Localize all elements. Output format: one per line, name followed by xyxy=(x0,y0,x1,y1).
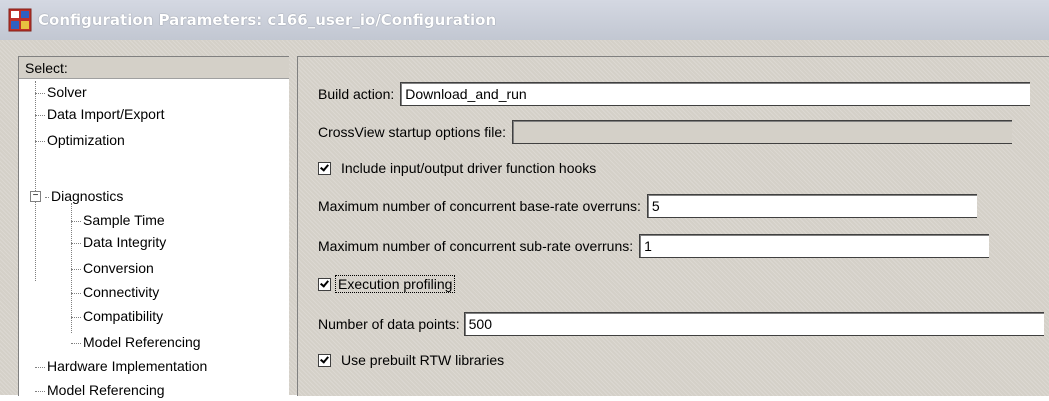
sidebar-item-compatibility[interactable]: Compatibility xyxy=(71,305,163,327)
include-hooks-label: Include input/output driver function hoo… xyxy=(341,160,597,176)
sidebar-item-model-referencing[interactable]: Model Referencing xyxy=(35,379,165,401)
sidebar-item-label: Connectivity xyxy=(83,284,160,300)
sidebar-item-label: Conversion xyxy=(83,260,154,276)
max-base-rate-row: Maximum number of concurrent base-rate o… xyxy=(318,193,977,219)
max-base-rate-label: Maximum number of concurrent base-rate o… xyxy=(318,198,641,214)
sidebar-item-connectivity[interactable]: Connectivity xyxy=(71,281,159,303)
sidebar-item-solver[interactable]: Solver xyxy=(35,81,87,103)
crossview-file-field[interactable] xyxy=(512,120,1013,144)
window-title: Configuration Parameters: c166_user_io/C… xyxy=(38,11,497,29)
sidebar-item-label: Diagnostics xyxy=(51,188,124,204)
sidebar-item-data-integrity[interactable]: Data Integrity xyxy=(71,231,166,253)
sidebar-item-label: Model Referencing xyxy=(47,382,165,398)
sidebar-item-label: Data Import/Export xyxy=(47,106,165,122)
sidebar-item-conversion[interactable]: Conversion xyxy=(71,257,154,279)
include-hooks-checkbox[interactable] xyxy=(318,161,331,175)
sidebar-item-label: Data Integrity xyxy=(83,234,167,250)
sidebar-item-data-import-export[interactable]: Data Import/Export xyxy=(35,103,165,125)
sidebar-item-hardware-implementation[interactable]: Hardware Implementation xyxy=(35,355,207,377)
sidebar-item-label: Hardware Implementation xyxy=(47,358,208,374)
build-action-field[interactable]: Download_and_run xyxy=(400,82,1031,106)
select-label: Select: xyxy=(19,57,289,79)
execution-profiling-checkbox[interactable] xyxy=(318,277,331,291)
sidebar-item-diagnostics[interactable]: Diagnostics xyxy=(45,185,123,207)
num-data-points-label: Number of data points: xyxy=(318,316,460,332)
sidebar-item-label: Solver xyxy=(47,84,87,100)
max-sub-rate-row: Maximum number of concurrent sub-rate ov… xyxy=(318,233,990,259)
crossview-row: CrossView startup options file: xyxy=(318,119,1013,145)
sidebar-item-label: Sample Time xyxy=(83,212,165,228)
crossview-label: CrossView startup options file: xyxy=(318,124,507,140)
sidebar-item-diag-model-referencing[interactable]: Model Referencing xyxy=(71,331,201,353)
category-tree-panel: Select: Solver Data Import/Export Optimi… xyxy=(18,56,289,398)
prebuilt-rtw-checkbox[interactable] xyxy=(318,353,331,367)
num-data-points-row: Number of data points: 500 xyxy=(318,311,1044,337)
collapse-toggle-icon[interactable]: − xyxy=(30,191,41,202)
build-action-label: Build action: xyxy=(318,86,395,102)
execution-profiling-row[interactable]: Execution profiling xyxy=(318,271,456,297)
num-data-points-field[interactable]: 500 xyxy=(463,312,1044,336)
build-action-row: Build action: Download_and_run xyxy=(318,81,1031,107)
max-base-rate-field[interactable]: 5 xyxy=(646,194,977,218)
sidebar-item-label: Optimization xyxy=(47,132,125,148)
simulink-model-icon xyxy=(8,8,32,32)
sidebar-item-label: Model Referencing xyxy=(83,334,201,350)
max-sub-rate-label: Maximum number of concurrent sub-rate ov… xyxy=(318,238,634,254)
sidebar-item-label: Compatibility xyxy=(83,308,164,324)
execution-profiling-label: Execution profiling xyxy=(335,275,456,293)
include-hooks-row[interactable]: Include input/output driver function hoo… xyxy=(318,155,596,181)
sidebar-item-sample-time[interactable]: Sample Time xyxy=(71,209,165,231)
dialog-body: Select: Solver Data Import/Export Optimi… xyxy=(0,40,1049,398)
max-sub-rate-field[interactable]: 1 xyxy=(639,234,990,258)
title-bar: Configuration Parameters: c166_user_io/C… xyxy=(0,0,1049,40)
prebuilt-rtw-label: Use prebuilt RTW libraries xyxy=(341,352,505,368)
sidebar-item-optimization[interactable]: Optimization xyxy=(35,129,125,151)
prebuilt-rtw-row[interactable]: Use prebuilt RTW libraries xyxy=(318,347,504,373)
settings-panel: Build action: Download_and_run CrossView… xyxy=(297,56,1049,396)
